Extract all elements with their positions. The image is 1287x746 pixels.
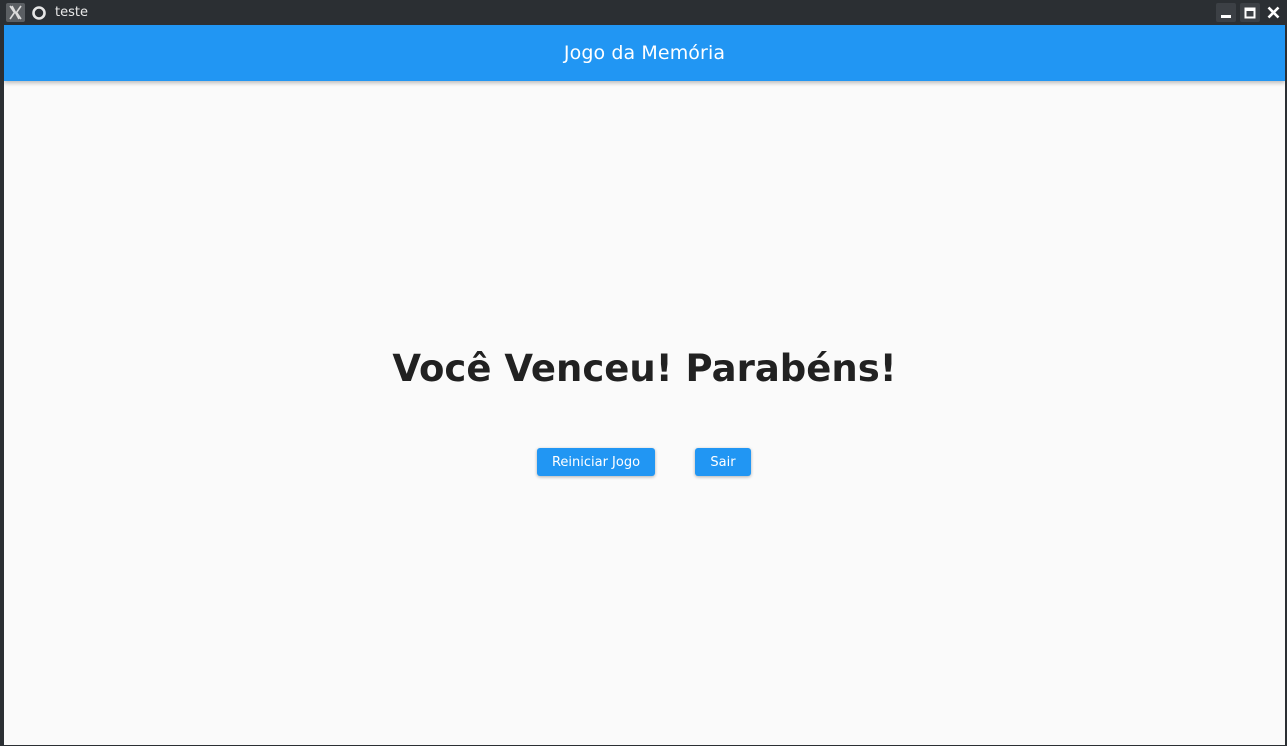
minimize-icon[interactable] (1216, 3, 1236, 22)
maximize-icon[interactable] (1240, 3, 1260, 22)
window-titlebar[interactable]: teste (0, 0, 1287, 25)
restart-game-button[interactable]: Reiniciar Jogo (537, 448, 655, 476)
close-icon[interactable] (1263, 3, 1283, 22)
window-title: teste (55, 5, 88, 20)
win-message: Você Venceu! Parabéns! (392, 347, 897, 390)
app-bar: Jogo da Memória (4, 25, 1285, 81)
app-bar-title: Jogo da Memória (563, 42, 726, 64)
app-icon[interactable] (30, 4, 48, 21)
x-window-icon[interactable] (6, 3, 25, 22)
exit-button[interactable]: Sair (695, 448, 751, 476)
app-window: teste Jogo da Memória Você Venceu! Parab… (0, 0, 1287, 746)
app-content: Jogo da Memória Você Venceu! Parabéns! R… (4, 25, 1285, 745)
